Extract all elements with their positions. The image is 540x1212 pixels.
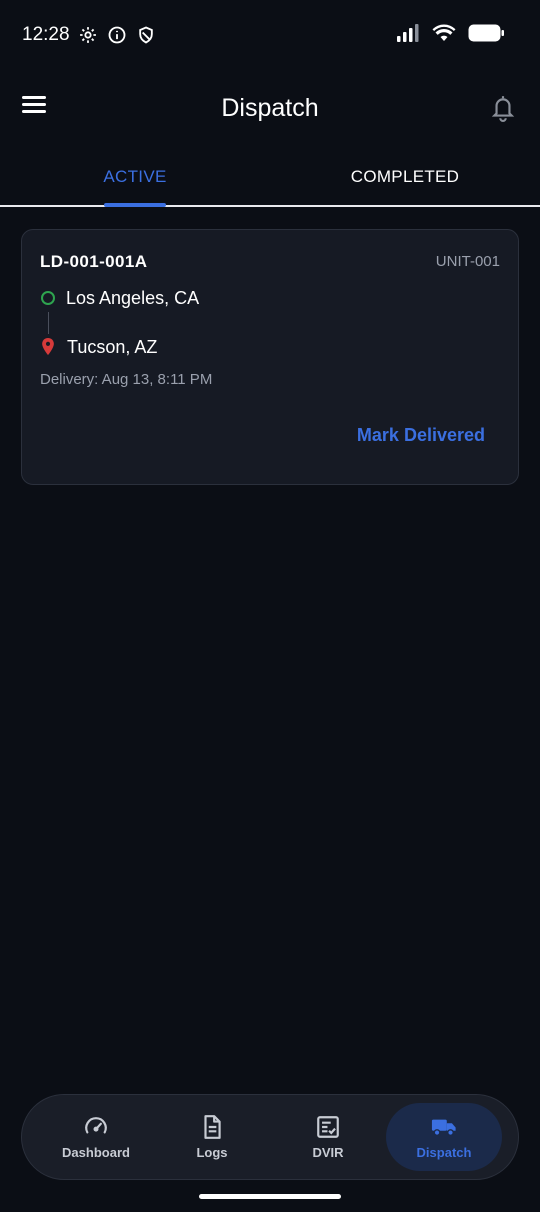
unit-id: UNIT-001 bbox=[435, 253, 500, 270]
nav-label: Logs bbox=[196, 1145, 228, 1160]
destination-row: Tucson, AZ bbox=[40, 335, 199, 359]
nav-label: DVIR bbox=[312, 1145, 344, 1160]
app-header: Dispatch bbox=[0, 80, 540, 136]
destination-text: Tucson, AZ bbox=[67, 336, 158, 357]
tab-bar: ACTIVE COMPLETED bbox=[0, 150, 540, 207]
speedometer-icon bbox=[85, 1117, 107, 1134]
origin-text: Los Angeles, CA bbox=[66, 287, 200, 308]
status-bar: 12:28 bbox=[0, 0, 540, 70]
origin-row: Los Angeles, CA bbox=[40, 286, 199, 310]
route: Los Angeles, CA Tucson, AZ bbox=[40, 286, 199, 359]
document-icon bbox=[204, 1115, 221, 1139]
location-pin-icon bbox=[42, 338, 54, 356]
nav-dvir[interactable]: DVIR bbox=[270, 1103, 386, 1171]
battery-icon bbox=[468, 24, 504, 42]
shield-icon bbox=[139, 26, 153, 44]
status-icons-right bbox=[396, 24, 504, 42]
tab-active[interactable]: ACTIVE bbox=[0, 150, 270, 207]
tab-indicator bbox=[104, 203, 166, 207]
nav-dashboard[interactable]: Dashboard bbox=[38, 1103, 154, 1171]
status-icons-left bbox=[78, 25, 156, 45]
tab-label: ACTIVE bbox=[103, 167, 167, 186]
delivery-time: Delivery: Aug 13, 8:11 PM bbox=[40, 371, 213, 388]
info-icon bbox=[108, 26, 126, 44]
load-card[interactable]: LD-001-001A UNIT-001 Los Angeles, CA Tuc… bbox=[21, 229, 519, 485]
page-title: Dispatch bbox=[221, 94, 319, 122]
bottom-nav: Dashboard Logs DVIR Dispatch bbox=[21, 1094, 519, 1180]
gear-icon bbox=[80, 27, 96, 43]
tab-completed[interactable]: COMPLETED bbox=[270, 150, 540, 205]
mark-delivered-button[interactable]: Mark Delivered bbox=[357, 425, 485, 446]
nav-label: Dispatch bbox=[416, 1145, 472, 1160]
tab-label: COMPLETED bbox=[350, 167, 460, 186]
nav-logs[interactable]: Logs bbox=[154, 1103, 270, 1171]
truck-icon bbox=[431, 1119, 456, 1137]
screen: 12:28 Dispatch ACTIVE COMPLETED LD-001-0… bbox=[0, 0, 540, 1212]
nav-dispatch[interactable]: Dispatch bbox=[386, 1103, 502, 1171]
bell-icon[interactable] bbox=[490, 94, 516, 122]
nav-label: Dashboard bbox=[62, 1145, 130, 1160]
load-id: LD-001-001A bbox=[40, 252, 148, 271]
status-time: 12:28 bbox=[22, 24, 70, 45]
checklist-icon bbox=[317, 1116, 339, 1138]
signal-icon bbox=[397, 24, 419, 42]
wifi-icon bbox=[432, 24, 456, 41]
route-connector bbox=[48, 312, 49, 334]
origin-dot-icon bbox=[41, 291, 55, 305]
home-indicator[interactable] bbox=[199, 1194, 341, 1199]
